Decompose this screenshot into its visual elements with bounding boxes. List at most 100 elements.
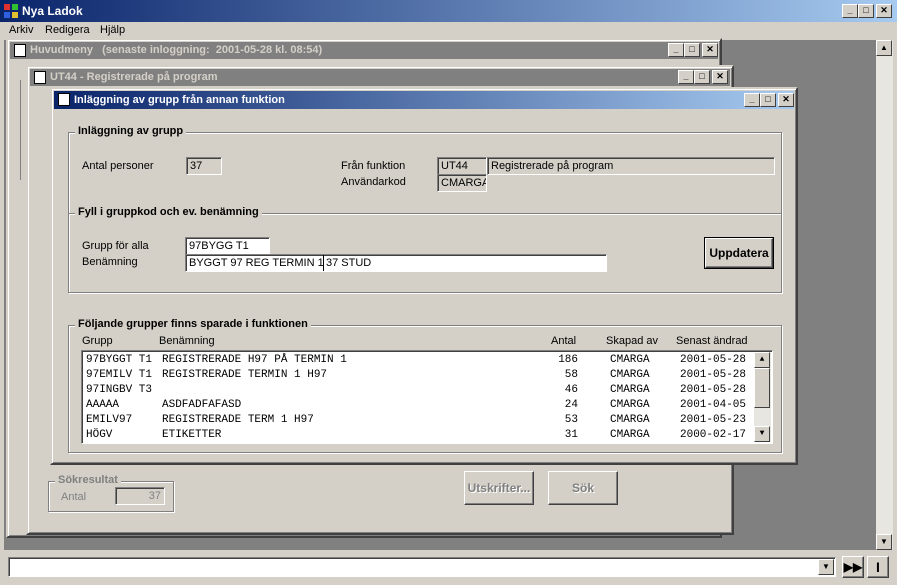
scroll-up-icon[interactable]: ▲: [876, 40, 892, 56]
cell-skapad: CMARGA: [610, 369, 650, 381]
cell-andrad: 2001-04-05: [680, 399, 747, 411]
fran-funktion-code-field: UT44: [437, 157, 487, 175]
table-row[interactable]: HÖGV ETIKETTER 31 CMARGA 2000-02-17: [86, 428, 750, 443]
ut44-titlebar[interactable]: UT44 - Registrerade på program _ □ ✕: [30, 69, 730, 86]
antal-field: 37: [115, 487, 165, 505]
app-titlebar[interactable]: Nya Ladok _ □ ✕: [0, 0, 897, 22]
huvudmeny-titlebar[interactable]: Huvudmeny (senaste inloggning: 2001-05-2…: [10, 42, 718, 59]
benamning-label: Benämning: [82, 256, 138, 268]
group2-title: Fyll i gruppkod och ev. benämning: [75, 206, 262, 218]
cell-antal: 53: [564, 414, 578, 426]
col-andrad: Senast ändrad: [676, 335, 748, 347]
anvandarkod-field: CMARGA: [437, 174, 487, 192]
app-title: Nya Ladok: [22, 4, 83, 18]
sok-button[interactable]: Sök: [548, 471, 618, 505]
anvandarkod-label: Användarkod: [341, 176, 406, 188]
group1-title: Inläggning av grupp: [75, 125, 187, 137]
minimize-icon[interactable]: _: [744, 93, 760, 107]
antal-label: Antal: [61, 491, 87, 503]
close-icon[interactable]: ✕: [702, 43, 718, 57]
cell-skapad: CMARGA: [610, 414, 650, 426]
minimize-icon[interactable]: _: [668, 43, 684, 57]
maximize-icon[interactable]: □: [760, 93, 776, 107]
maximize-icon[interactable]: □: [858, 4, 874, 18]
cell-benamning: ASDFADFAFASD: [162, 399, 242, 411]
col-grupp: Grupp: [82, 335, 113, 347]
cell-andrad: 2001-05-23: [680, 414, 747, 426]
cell-andrad: 2001-05-28: [680, 384, 747, 396]
scroll-thumb[interactable]: [754, 368, 770, 408]
fran-funktion-label: Från funktion: [341, 160, 406, 172]
command-input[interactable]: [8, 557, 836, 577]
scroll-up-icon[interactable]: ▲: [754, 352, 770, 368]
table-row[interactable]: EMILV97 REGISTRERADE TERM 1 H97 53 CMARGA 20…: [86, 413, 750, 428]
cell-antal: 46: [564, 384, 578, 396]
col-benamning: Benämning: [159, 335, 215, 347]
cell-grupp: 97BYGGT T1: [86, 354, 153, 366]
antal-personer-label: Antal personer: [82, 160, 154, 172]
cell-antal: 58: [564, 369, 578, 381]
main-vscrollbar[interactable]: ▲ ▼: [876, 40, 893, 550]
cell-andrad: 2001-05-28: [680, 369, 747, 381]
app-icon: [4, 4, 18, 18]
cell-skapad: CMARGA: [610, 384, 650, 396]
uppdatera-button[interactable]: Uppdatera: [704, 237, 774, 269]
huvudmeny-inner-border: [20, 80, 24, 180]
benamning-input[interactable]: BYGGT 97 REG TERMIN 1 37 STUD: [185, 254, 607, 272]
cell-benamning: REGISTRERADE TERM 1 H97: [162, 414, 314, 426]
grupp-input[interactable]: 97BYGG T1: [185, 237, 270, 255]
cell-skapad: CMARGA: [610, 429, 650, 441]
maximize-icon[interactable]: □: [684, 43, 700, 57]
gruppkod-group: Fyll i gruppkod och ev. benämning Grupp …: [68, 206, 782, 293]
close-icon[interactable]: ✕: [712, 70, 728, 84]
menu-arkiv[interactable]: Arkiv: [9, 24, 33, 36]
menu-hjalp[interactable]: Hjälp: [100, 24, 125, 36]
dialog-window: Inläggning av grupp från annan funktion …: [50, 87, 798, 465]
cell-grupp: 97INGBV T3: [86, 384, 153, 396]
cell-grupp: 97EMILV T1: [86, 369, 153, 381]
antal-personer-field: 37: [186, 157, 222, 175]
sokresultat-group: Sökresultat Antal 37: [48, 474, 174, 512]
close-icon[interactable]: ✕: [876, 4, 892, 18]
bottom-bar: ▼ ▶▶ I: [0, 552, 897, 585]
grupper-list[interactable]: 97BYGGT T1 REGISTRERADE H97 PÅ TERMIN 1 18…: [81, 350, 773, 444]
minimize-icon[interactable]: _: [678, 70, 694, 84]
table-row[interactable]: AAAAA ASDFADFAFASD 24 CMARGA 2001-04-05: [86, 398, 750, 413]
menu-redigera[interactable]: Redigera: [45, 24, 90, 36]
sokresultat-title: Sökresultat: [55, 474, 121, 486]
cell-grupp: AAAAA: [86, 399, 120, 411]
table-row[interactable]: 97BYGGT T1 REGISTRERADE H97 PÅ TERMIN 1 18…: [86, 353, 750, 368]
table-row[interactable]: 97EMILV T1 REGISTRERADE TERMIN 1 H97 58 CMA…: [86, 368, 750, 383]
minimize-icon[interactable]: _: [842, 4, 858, 18]
doc-icon: [14, 44, 26, 57]
doc-icon: [58, 93, 70, 106]
huvudmeny-title: Huvudmeny (senaste inloggning: 2001-05-2…: [30, 44, 323, 56]
grupp-label: Grupp för alla: [82, 240, 149, 252]
utskrifter-button[interactable]: Utskrifter...: [464, 471, 534, 505]
cell-benamning: ETIKETTER: [162, 429, 222, 441]
cell-benamning: REGISTRERADE H97 PÅ TERMIN 1: [162, 354, 347, 366]
cell-andrad: 2001-05-28: [680, 354, 747, 366]
fast-forward-button[interactable]: ▶▶: [842, 556, 864, 578]
cell-skapad: CMARGA: [610, 354, 650, 366]
cell-skapad: CMARGA: [610, 399, 650, 411]
sparade-grupper-group: Följande grupper finns sparade i funktio…: [68, 318, 782, 453]
text-cursor-button[interactable]: I: [867, 556, 889, 578]
cell-antal: 186: [558, 354, 578, 366]
scroll-down-icon[interactable]: ▼: [876, 534, 892, 550]
close-icon[interactable]: ✕: [778, 93, 794, 107]
table-row[interactable]: 97INGBV T3 46 CMARGA 2001-05-28: [86, 383, 750, 398]
list-vscrollbar[interactable]: ▲ ▼: [754, 352, 771, 442]
cell-grupp: HÖGV: [86, 429, 113, 441]
cell-antal: 31: [564, 429, 578, 441]
group3-title: Följande grupper finns sparade i funktio…: [75, 318, 311, 330]
col-antal: Antal: [551, 335, 577, 347]
col-skapad: Skapad av: [606, 335, 658, 347]
dialog-titlebar[interactable]: Inläggning av grupp från annan funktion …: [54, 91, 794, 109]
scroll-down-icon[interactable]: ▼: [754, 426, 770, 442]
maximize-icon[interactable]: □: [694, 70, 710, 84]
dialog-title: Inläggning av grupp från annan funktion: [74, 94, 285, 106]
cell-benamning: REGISTRERADE TERMIN 1 H97: [162, 369, 328, 381]
cell-antal: 24: [564, 399, 578, 411]
dropdown-arrow-icon[interactable]: ▼: [818, 559, 834, 575]
